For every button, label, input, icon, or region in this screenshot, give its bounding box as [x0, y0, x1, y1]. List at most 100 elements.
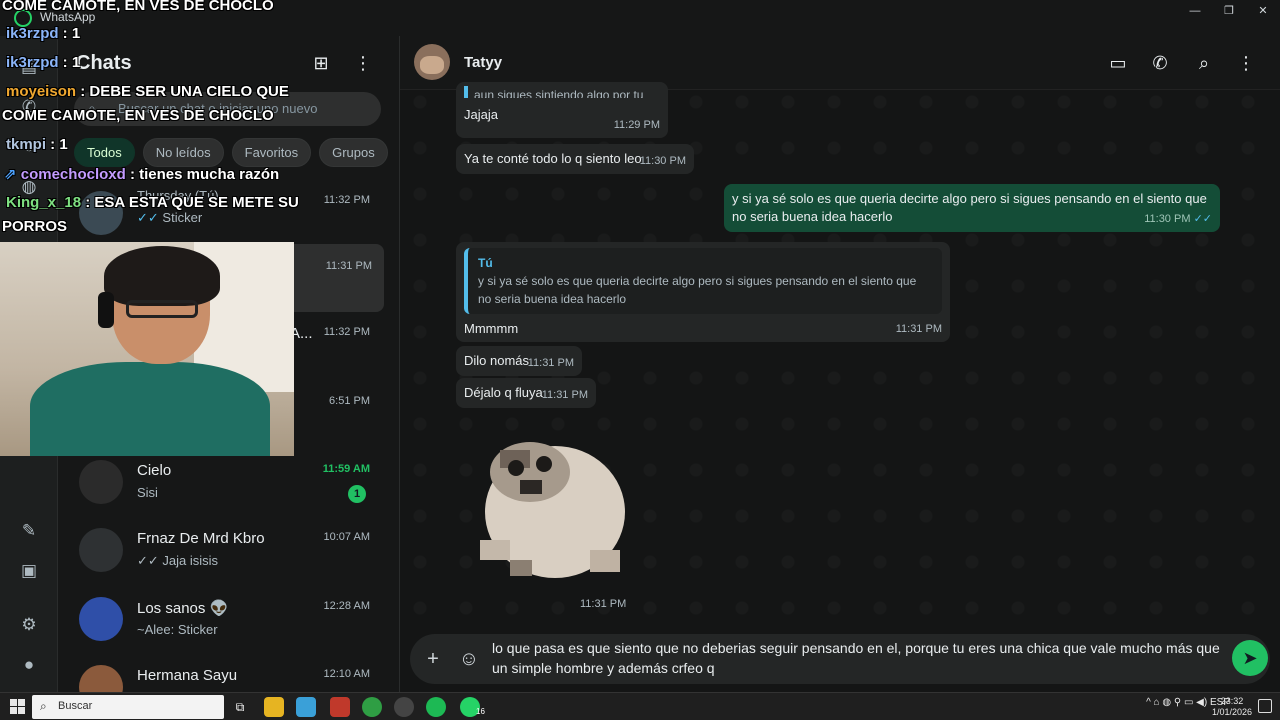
chat-preview: Sisi	[137, 485, 158, 500]
avatar	[79, 597, 123, 641]
chat-row-cielo[interactable]: Cielo Sisi 11:59 AM 1	[58, 449, 396, 517]
close-window-button[interactable]: ✕	[1246, 0, 1280, 24]
quoted-message: aun sigues sintiendo algo por tu ex?	[464, 86, 660, 98]
pug-sticker-image[interactable]	[470, 420, 636, 584]
chat-preview: ✓✓ Jaja isisis	[137, 553, 219, 568]
overlay-line: ik3rzpd : 1	[6, 54, 81, 71]
message-text: Ya te conté todo lo q siento leo	[464, 151, 642, 166]
person-headset	[98, 292, 114, 328]
unread-badge: 1	[348, 485, 366, 503]
minimize-button[interactable]: —	[1178, 0, 1212, 24]
quote-author: Tú	[478, 256, 493, 270]
overlay-line: ⇗ comechocloxd : tienes mucha razón	[4, 166, 280, 183]
webcam-overlay	[0, 242, 294, 456]
overlay-line: COME CAMOTE, EN VES DE CHOCLO	[2, 107, 274, 124]
filter-groups[interactable]: Grupos	[319, 138, 388, 167]
overlay-line: tkmpi : 1	[6, 136, 68, 153]
person-glasses	[126, 300, 198, 318]
whatsapp-taskbar-badge: 16	[476, 707, 485, 716]
message-time: 11:29 PM	[613, 119, 660, 131]
clock-time: 23:32	[1220, 696, 1244, 706]
video-call-icon[interactable]: ▭	[1106, 51, 1130, 75]
clock-date: 1/01/2026	[1211, 707, 1253, 717]
filter-unread[interactable]: No leídos	[142, 138, 224, 167]
media-gallery-icon[interactable]: ▣	[18, 560, 40, 582]
search-icon: ⌕	[40, 699, 47, 713]
chat-name: Frnaz De Mrd Kbro	[137, 530, 265, 547]
menu-dots-icon[interactable]: ⋮	[352, 52, 374, 74]
chat-time: 11:32 PM	[323, 194, 370, 206]
message-text: Mmmmm	[464, 321, 519, 336]
overlay-line: King_x_18 : ESA ESTA QUE SE METE SU	[6, 194, 299, 211]
chat-row[interactable]: Thursday (Tú) ✓✓ Sticker 11:32 PM	[58, 180, 396, 248]
message-time: 11:31 PM	[527, 357, 574, 369]
profile-icon[interactable]: ●	[18, 654, 40, 676]
conversation-panel: Tatyy ▭ ✆ ⌕ ⋮ aun sigues sintiendo algo …	[400, 36, 1280, 692]
voice-call-icon[interactable]: ✆	[1148, 51, 1172, 75]
avatar	[79, 665, 123, 692]
emoji-icon[interactable]: ☺	[458, 648, 480, 670]
notifications-icon[interactable]	[1258, 699, 1272, 713]
person-hair	[104, 246, 220, 306]
filter-favorites[interactable]: Favoritos	[231, 138, 312, 167]
taskbar-clock[interactable]: 23:32 1/01/2026	[1210, 696, 1254, 718]
person-shirt	[30, 362, 270, 456]
chat-time: 11:31 PM	[325, 260, 372, 272]
new-chat-icon[interactable]: ⊞	[310, 52, 332, 74]
message-text: Dilo nomás	[464, 353, 530, 368]
chrome-icon[interactable]	[362, 697, 382, 717]
attach-plus-icon[interactable]: +	[422, 648, 444, 670]
chat-time: 12:10 AM	[323, 668, 370, 680]
message-incoming[interactable]: Déjalo q fluya 11:31 PM	[456, 378, 596, 408]
app-icon[interactable]	[330, 697, 350, 717]
windows-start-icon[interactable]	[10, 699, 26, 715]
send-arrow-icon: ➤	[1242, 648, 1258, 668]
search-icon[interactable]: ⌕	[1192, 51, 1216, 75]
chat-time: 12:28 AM	[323, 600, 370, 612]
obs-icon[interactable]	[394, 697, 414, 717]
file-explorer-icon[interactable]	[264, 697, 284, 717]
filter-all[interactable]: Todos	[74, 138, 135, 167]
message-incoming[interactable]: aun sigues sintiendo algo por tu ex? Jaj…	[456, 82, 668, 138]
starred-messages-icon[interactable]: ✎	[18, 520, 40, 542]
chat-time: 11:59 AM	[322, 463, 370, 475]
contact-avatar[interactable]	[414, 44, 450, 80]
chats-title: Chats	[76, 52, 132, 74]
taskbar-search-placeholder: Buscar	[58, 700, 93, 712]
message-time: 11:30 PM ✓✓	[1144, 213, 1212, 225]
read-ticks-icon: ✓✓	[1193, 213, 1212, 225]
spotify-icon[interactable]	[426, 697, 446, 717]
menu-dots-icon[interactable]: ⋮	[1234, 51, 1258, 75]
quote-text: y si ya sé solo es que queria decirte al…	[478, 274, 917, 306]
overlay-line: COME CAMOTE, EN VES DE CHOCLO	[2, 0, 274, 14]
sticker-time: 11:31 PM	[580, 598, 627, 610]
chat-name: Cielo	[137, 462, 172, 479]
message-time: 11:30 PM	[639, 155, 686, 167]
maximize-button[interactable]: ❐	[1212, 0, 1246, 24]
overlay-line: PORROS	[2, 218, 68, 235]
message-incoming[interactable]: Ya te conté todo lo q siento leo 11:30 P…	[456, 144, 694, 174]
avatar	[79, 460, 123, 504]
message-incoming-reply[interactable]: Tú y si ya sé solo es que queria decirte…	[456, 242, 950, 342]
contact-name[interactable]: Tatyy	[464, 54, 502, 71]
filter-chips: Todos No leídos Favoritos Grupos	[74, 138, 388, 167]
message-time: 11:31 PM	[541, 389, 588, 401]
quoted-message[interactable]: Tú y si ya sé solo es que queria decirte…	[464, 248, 942, 314]
message-composer[interactable]: + ☺ lo que pasa es que siento que no deb…	[410, 634, 1270, 684]
chat-row-hermana-sayu[interactable]: Hermana Sayu 12:10 AM	[58, 654, 396, 692]
chat-preview: ~Alee: Sticker	[137, 622, 218, 637]
message-incoming[interactable]: Dilo nomás 11:31 PM	[456, 346, 582, 376]
notepad-icon[interactable]	[296, 697, 316, 717]
chat-row-los-sanos[interactable]: Los sanos 👽 ~Alee: Sticker 12:28 AM	[58, 586, 396, 654]
message-text: y si ya sé solo es que queria decirte al…	[732, 191, 1207, 224]
task-view-icon[interactable]: ⧉	[230, 697, 250, 717]
chat-time: 10:07 AM	[323, 531, 370, 543]
message-input[interactable]: lo que pasa es que siento que no deberia…	[492, 638, 1222, 678]
send-button[interactable]: ➤	[1232, 640, 1268, 676]
message-outgoing[interactable]: y si ya sé solo es que queria decirte al…	[724, 184, 1220, 232]
taskbar-search-input[interactable]: ⌕ Buscar	[32, 695, 224, 719]
settings-gear-icon[interactable]: ⚙	[18, 614, 40, 636]
overlay-line: ik3rzpd : 1	[6, 25, 81, 42]
chat-row-frnaz[interactable]: Frnaz De Mrd Kbro ✓✓ Jaja isisis 10:07 A…	[58, 517, 396, 585]
message-time: 11:31 PM	[895, 323, 942, 335]
